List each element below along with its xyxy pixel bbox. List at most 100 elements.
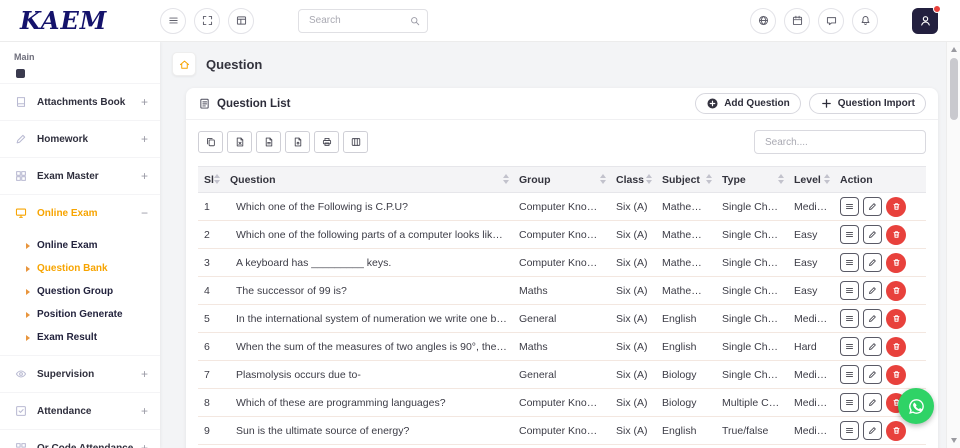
cell-level: Easy: [788, 249, 834, 277]
column-header-sl[interactable]: Sl: [198, 167, 224, 193]
csv-export-button[interactable]: [256, 131, 281, 153]
row-edit-button[interactable]: [863, 253, 882, 272]
cell-class: Six (A): [610, 277, 656, 305]
row-edit-button[interactable]: [863, 309, 882, 328]
row-edit-button[interactable]: [863, 393, 882, 412]
row-edit-button[interactable]: [863, 197, 882, 216]
row-details-button[interactable]: [840, 281, 859, 300]
sidebar-item-attachments-book[interactable]: Attachments Book +: [0, 83, 160, 120]
sort-icon: [503, 174, 509, 184]
column-header-group[interactable]: Group: [513, 167, 610, 193]
question-import-button[interactable]: Question Import: [809, 93, 926, 114]
excel-export-button[interactable]: [227, 131, 252, 153]
sidebar-item-qr-code-attendance[interactable]: Qr Code Attendance +: [0, 429, 160, 448]
table-search-input[interactable]: [754, 130, 926, 154]
column-header-level[interactable]: Level: [788, 167, 834, 193]
sidebar-item-supervision[interactable]: Supervision +: [0, 355, 160, 392]
sidebar-subitem-exam-result[interactable]: Exam Result: [0, 326, 160, 349]
column-header-class[interactable]: Class: [610, 167, 656, 193]
row-delete-button[interactable]: [886, 197, 906, 217]
sidebar-item-attendance[interactable]: Attendance +: [0, 392, 160, 429]
row-delete-button[interactable]: [886, 281, 906, 301]
row-edit-button[interactable]: [863, 421, 882, 440]
question-row: 4 The successor of 99 is? Maths Six (A) …: [198, 277, 926, 305]
card-title-text: Question List: [217, 98, 290, 110]
row-details-button[interactable]: [840, 421, 859, 440]
expand-toggle-icon: −: [141, 206, 148, 220]
row-edit-button[interactable]: [863, 281, 882, 300]
column-header-question[interactable]: Question: [224, 167, 513, 193]
scroll-down-arrow-icon[interactable]: [951, 438, 957, 443]
cell-class: Six (A): [610, 389, 656, 417]
caret-icon: [26, 243, 30, 249]
cell-subject: English: [656, 417, 716, 445]
brand-logo[interactable]: KAEM: [0, 6, 160, 35]
print-export-button[interactable]: [314, 131, 339, 153]
cell-class: Six (A): [610, 417, 656, 445]
row-delete-button[interactable]: [886, 309, 906, 329]
row-details-button[interactable]: [840, 197, 859, 216]
sidebar-subitem-question-bank[interactable]: Question Bank: [0, 257, 160, 280]
notifications-button[interactable]: [852, 8, 878, 34]
row-details-button[interactable]: [840, 337, 859, 356]
fullscreen-button[interactable]: [194, 8, 220, 34]
language-globe-button[interactable]: [750, 8, 776, 34]
cell-type: Single Choice: [716, 249, 788, 277]
sidebar-item-label: Homework: [37, 134, 141, 145]
row-edit-button[interactable]: [863, 225, 882, 244]
cell-group: Computer Knowledge: [513, 389, 610, 417]
calendar-button[interactable]: [784, 8, 810, 34]
scroll-up-arrow-icon[interactable]: [951, 47, 957, 52]
row-delete-button[interactable]: [886, 365, 906, 385]
row-edit-button[interactable]: [863, 365, 882, 384]
pdf-export-button[interactable]: [285, 131, 310, 153]
messages-button[interactable]: [818, 8, 844, 34]
row-details-button[interactable]: [840, 225, 859, 244]
home-button[interactable]: [172, 52, 196, 76]
sidebar-item-exam-master[interactable]: Exam Master +: [0, 157, 160, 194]
row-details-button[interactable]: [840, 253, 859, 272]
column-header-subject[interactable]: Subject: [656, 167, 716, 193]
row-details-button[interactable]: [840, 309, 859, 328]
columns-export-button[interactable]: [343, 131, 368, 153]
sort-icon: [824, 174, 830, 184]
cell-level: [788, 445, 834, 448]
page-scrollbar[interactable]: [946, 42, 960, 448]
sidebar-item-homework[interactable]: Homework +: [0, 120, 160, 157]
row-delete-button[interactable]: [886, 253, 906, 273]
question-row: 5 In the international system of numerat…: [198, 305, 926, 333]
menu-toggle-button[interactable]: [160, 8, 186, 34]
sidebar-item-label: Exam Master: [37, 171, 141, 182]
row-details-button[interactable]: [840, 393, 859, 412]
column-header-type[interactable]: Type: [716, 167, 788, 193]
row-details-button[interactable]: [840, 365, 859, 384]
cell-question: A keyboard has _________ keys.: [224, 249, 513, 277]
sidebar-item-online-exam[interactable]: Online Exam −: [0, 194, 160, 231]
sidebar-item-label: Online Exam: [37, 208, 141, 219]
apps-grid-button[interactable]: [228, 8, 254, 34]
sidebar-subitem-position-generate[interactable]: Position Generate: [0, 303, 160, 326]
whatsapp-fab-button[interactable]: [898, 388, 934, 424]
row-delete-button[interactable]: [886, 225, 906, 245]
user-avatar[interactable]: [912, 8, 938, 34]
row-delete-button[interactable]: [886, 421, 906, 441]
cell-subject: Biology: [656, 389, 716, 417]
scrollbar-thumb[interactable]: [950, 58, 958, 120]
cell-level: Medium: [788, 389, 834, 417]
cell-action: [834, 361, 926, 389]
add-question-button[interactable]: Add Question: [695, 93, 801, 114]
row-edit-button[interactable]: [863, 337, 882, 356]
copy-export-button[interactable]: [198, 131, 223, 153]
chat-icon: [825, 14, 838, 27]
cell-question: In the international system of numeratio…: [224, 305, 513, 333]
sort-icon: [600, 174, 606, 184]
sidebar-subitem-question-group[interactable]: Question Group: [0, 280, 160, 303]
row-delete-button[interactable]: [886, 337, 906, 357]
cell-type: Single Choice: [716, 333, 788, 361]
list-icon: [198, 97, 211, 110]
cell-group: Computer Knowledge: [513, 221, 610, 249]
cell-level: Medium: [788, 193, 834, 221]
dashboard-icon[interactable]: [16, 69, 25, 78]
expand-toggle-icon: +: [141, 441, 148, 448]
sidebar-subitem-online-exam[interactable]: Online Exam: [0, 234, 160, 257]
